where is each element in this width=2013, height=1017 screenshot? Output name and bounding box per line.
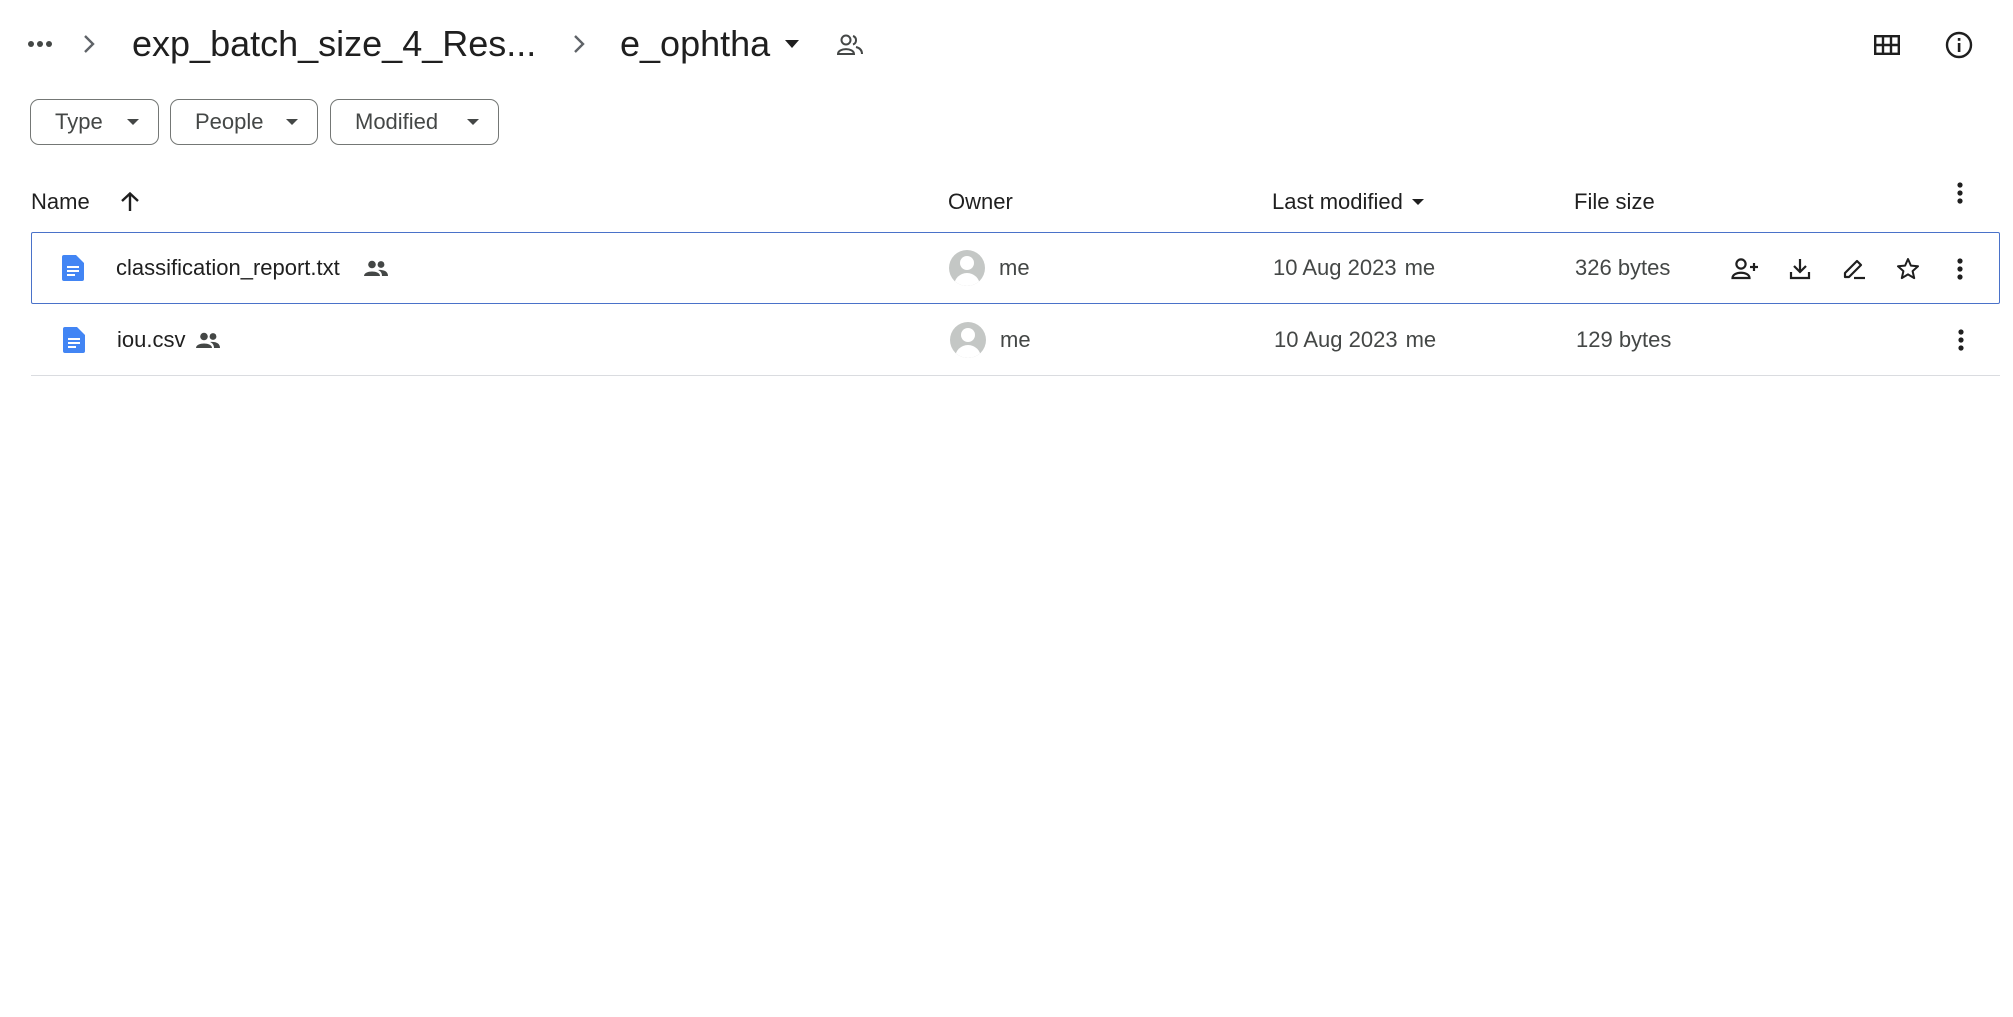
file-name[interactable]: iou.csv xyxy=(117,304,185,375)
filter-people-label: People xyxy=(195,109,264,134)
file-type-doc-icon xyxy=(62,233,84,303)
people-outline-icon xyxy=(836,34,863,55)
column-header-file-size[interactable]: File size xyxy=(1574,186,1655,218)
more-vert-icon xyxy=(1957,258,1963,280)
column-header-last-modified[interactable]: Last modified xyxy=(1272,186,1425,218)
table-row[interactable]: iou.csv me 10 Aug 2023 me 129 bytes xyxy=(31,304,2000,376)
share-button[interactable] xyxy=(1721,245,1769,293)
shared-people-icon xyxy=(195,304,221,375)
chevron-right-icon xyxy=(570,32,588,61)
modified-date: 10 Aug 2023 xyxy=(1273,255,1397,280)
column-header-name[interactable]: Name xyxy=(31,186,90,218)
drive-folder-view: exp_batch_size_4_Res... e_ophtha Type Pe… xyxy=(0,0,2013,1017)
owner-name: me xyxy=(999,255,1030,280)
chevron-right-icon xyxy=(80,32,98,61)
more-vert-icon xyxy=(1958,329,1964,351)
dropdown-arrow-icon xyxy=(1411,199,1424,205)
details-button[interactable] xyxy=(1935,21,1983,69)
breadcrumb: exp_batch_size_4_Res... e_ophtha xyxy=(0,0,2013,90)
dropdown-arrow-icon xyxy=(127,119,139,125)
avatar xyxy=(949,250,985,286)
dropdown-arrow-icon xyxy=(785,40,800,48)
filter-type-chip[interactable]: Type xyxy=(30,99,159,145)
arrow-upward-icon xyxy=(121,191,139,211)
current-folder-name: e_ophtha xyxy=(620,23,771,64)
breadcrumb-parent-folder[interactable]: exp_batch_size_4_Res... xyxy=(132,22,536,66)
add-starred-button[interactable] xyxy=(1884,245,1932,293)
avatar xyxy=(950,321,986,358)
grid-view-button[interactable] xyxy=(1863,21,1911,69)
column-name-label: Name xyxy=(31,189,90,214)
owner-cell: me xyxy=(949,233,1030,303)
filter-modified-chip[interactable]: Modified xyxy=(330,99,499,145)
modified-by: me xyxy=(1404,255,1436,280)
filter-modified-label: Modified xyxy=(355,109,439,134)
person-add-icon xyxy=(1731,258,1758,280)
filter-people-chip[interactable]: People xyxy=(170,99,318,145)
breadcrumb-more-button[interactable] xyxy=(18,28,62,60)
filter-type-label: Type xyxy=(55,109,103,134)
column-file-size-label: File size xyxy=(1574,189,1655,214)
column-last-modified-label: Last modified xyxy=(1272,189,1403,214)
file-name[interactable]: classification_report.txt xyxy=(116,233,340,303)
modified-date: 10 Aug 2023 xyxy=(1274,326,1398,352)
download-button[interactable] xyxy=(1776,245,1824,293)
file-size-cell: 326 bytes xyxy=(1575,255,1671,280)
column-owner-label: Owner xyxy=(948,189,1013,214)
owner-cell: me xyxy=(950,304,1031,375)
more-horiz-icon xyxy=(28,41,52,47)
dropdown-arrow-icon xyxy=(467,119,479,125)
info-icon xyxy=(1945,31,1973,59)
shared-folder-button[interactable] xyxy=(826,21,874,69)
file-size-cell: 129 bytes xyxy=(1576,326,1672,352)
star-outline-icon xyxy=(1897,258,1919,280)
column-options-button[interactable] xyxy=(1936,177,1984,209)
sort-direction-button[interactable] xyxy=(119,186,141,218)
owner-name: me xyxy=(1000,326,1031,352)
table-row[interactable]: classification_report.txt me 10 Aug 2023… xyxy=(31,232,2000,304)
shared-people-icon xyxy=(363,233,389,303)
dropdown-arrow-icon xyxy=(286,119,298,125)
more-actions-button[interactable] xyxy=(1936,245,1984,293)
last-modified-cell: 10 Aug 2023 me xyxy=(1274,304,1436,375)
grid-view-icon xyxy=(1874,35,1900,55)
last-modified-cell: 10 Aug 2023 me xyxy=(1273,233,1435,303)
more-actions-button[interactable] xyxy=(1937,316,1985,364)
more-vert-icon xyxy=(1957,182,1963,204)
rename-button[interactable] xyxy=(1830,245,1878,293)
download-icon xyxy=(1789,259,1811,280)
modified-by: me xyxy=(1405,326,1437,352)
file-type-doc-icon xyxy=(63,304,85,375)
current-folder-button[interactable]: e_ophtha xyxy=(620,22,800,66)
column-header-owner[interactable]: Owner xyxy=(948,186,1013,218)
edit-icon xyxy=(1843,259,1865,280)
